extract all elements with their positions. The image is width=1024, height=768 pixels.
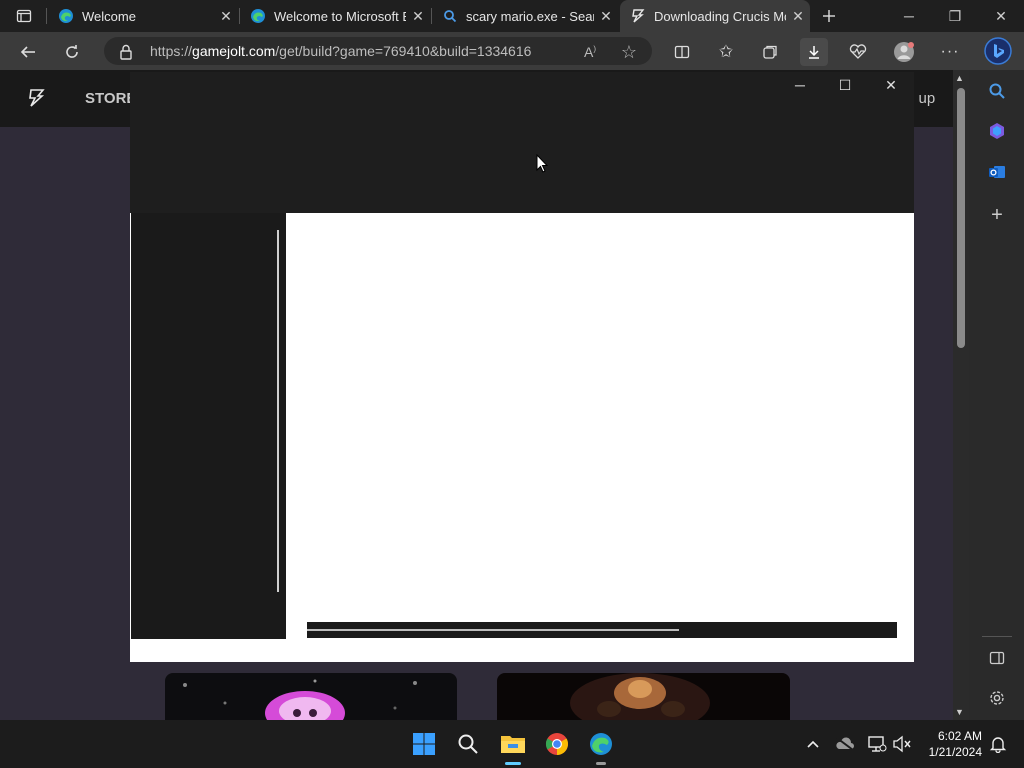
collections-icon[interactable] [756,38,784,66]
running-app-indicator [596,762,606,765]
tab-separator [46,8,47,24]
close-tab-icon[interactable]: ✕ [214,8,238,25]
lock-icon[interactable] [112,38,140,66]
gamejolt-icon [630,8,646,24]
hide-sidebar-icon[interactable] [983,644,1011,672]
sidebar-copilot-icon[interactable] [983,117,1011,145]
scrollbar-thumb[interactable] [957,88,965,348]
show-hidden-icons-icon[interactable] [797,728,829,760]
installer-divider [277,230,279,592]
windows-start-icon[interactable] [408,728,440,760]
installer-close-icon[interactable]: ✕ [871,74,911,96]
tab-title: Welcome [82,8,136,24]
tab-search[interactable]: scary mario.exe - Searc ✕ [432,0,618,32]
edge-icon [58,8,74,24]
installer-progress-fill [307,629,679,631]
mouse-cursor-icon [536,153,549,178]
active-app-indicator [505,762,521,765]
favorite-star-icon[interactable]: ☆ [615,38,643,66]
sidebar-divider [982,636,1012,637]
sidebar-add-icon[interactable]: + [983,201,1011,229]
back-icon[interactable] [14,38,42,66]
tab-title: scary mario.exe - Searc [466,8,594,24]
refresh-icon[interactable] [58,38,86,66]
browser-essentials-icon[interactable] [844,38,872,66]
gamejolt-logo-icon[interactable] [26,88,46,108]
game-thumbnail[interactable] [165,673,457,720]
tab-actions-icon[interactable] [10,2,38,30]
tab-welcome-microsoft-edge[interactable]: Welcome to Microsoft E ✕ [240,0,430,32]
close-tab-icon[interactable]: ✕ [406,8,430,25]
onedrive-offline-icon[interactable] [829,728,861,760]
close-tab-icon[interactable]: ✕ [786,8,810,25]
tab-welcome[interactable]: Welcome ✕ [48,0,238,32]
clock-time[interactable]: 6:02 AM [926,729,982,743]
url-prefix: https:// [150,43,193,59]
restore-window-icon[interactable]: ❐ [932,0,978,32]
read-aloud-icon[interactable]: A) [576,38,604,66]
tab-title: Welcome to Microsoft E [274,8,406,24]
search-icon [442,8,458,24]
notifications-bell-icon[interactable] [982,728,1014,760]
chrome-icon[interactable] [541,728,573,760]
new-tab-icon[interactable] [815,2,843,30]
url-text[interactable]: https://gamejolt.com/get/build?game=7694… [150,43,531,59]
file-explorer-icon[interactable] [497,728,529,760]
more-options-icon[interactable]: ··· [936,38,964,66]
edge-icon [250,8,266,24]
url-host: gamejolt.com [192,43,276,59]
installer-side-panel [131,213,286,639]
installer-minimize-icon[interactable]: ─ [780,74,820,96]
taskbar-search-icon[interactable] [452,728,484,760]
split-screen-icon[interactable] [668,38,696,66]
scroll-down-icon[interactable]: ▼ [955,707,964,717]
clock-date[interactable]: 1/21/2024 [918,745,982,759]
installer-maximize-icon[interactable]: ☐ [825,74,865,96]
close-tab-icon[interactable]: ✕ [594,8,618,25]
tab-title: Downloading Crucis Mo [654,8,786,24]
favorites-icon[interactable]: ✩ [712,38,740,66]
edge-taskbar-icon[interactable] [585,728,617,760]
settings-gear-icon[interactable] [983,684,1011,712]
close-window-icon[interactable]: ✕ [978,0,1024,32]
scroll-up-icon[interactable]: ▲ [955,73,964,83]
url-path: /get/build?game=769410&build=1334616 [275,43,532,59]
store-link[interactable]: STORE [85,90,136,107]
tab-downloading[interactable]: Downloading Crucis Mo ✕ [620,0,810,32]
minimize-window-icon[interactable]: ─ [886,0,932,32]
profile-avatar[interactable] [890,38,918,66]
volume-muted-icon[interactable] [886,728,918,760]
downloads-icon[interactable] [800,38,828,66]
sidebar-outlook-icon[interactable] [983,158,1011,186]
bing-copilot-icon[interactable] [983,36,1013,66]
sidebar-search-icon[interactable] [983,77,1011,105]
game-thumbnail[interactable] [497,673,790,720]
